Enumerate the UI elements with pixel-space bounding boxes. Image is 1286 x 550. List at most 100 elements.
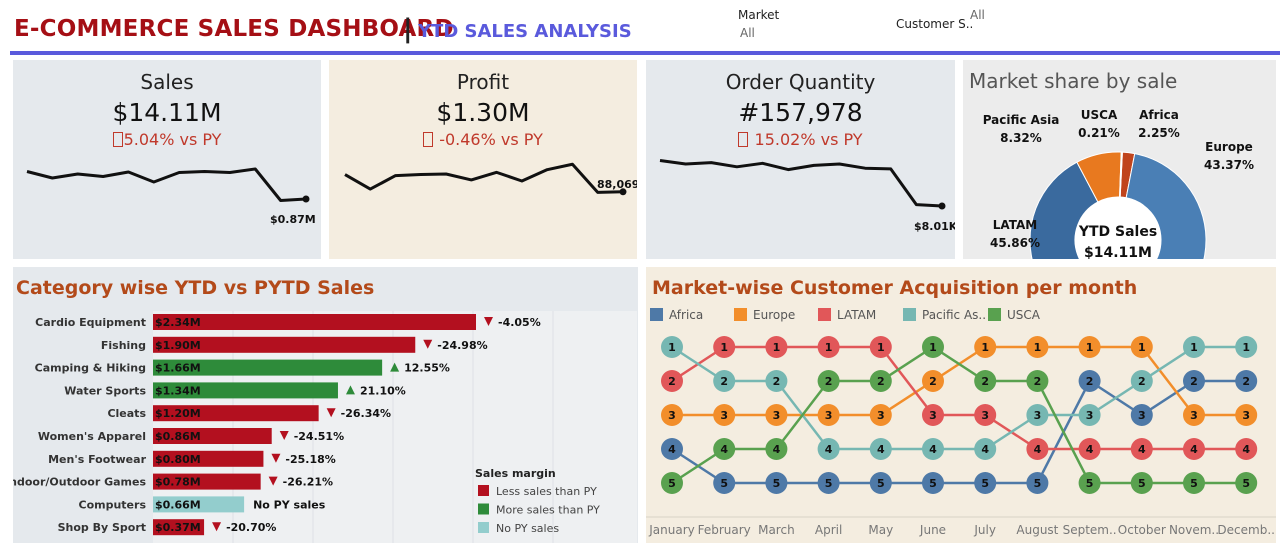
missing-glyph-icon <box>738 132 749 147</box>
acq-month-label: May <box>868 523 893 537</box>
acq-rank-label: 3 <box>1242 409 1250 422</box>
kpi-value: #157,978 <box>738 98 863 127</box>
acq-rank-label: 3 <box>1190 409 1198 422</box>
kpi-title: Order Quantity <box>725 70 876 94</box>
acq-rank-label: 2 <box>981 375 989 388</box>
acq-rank-label: 1 <box>981 341 989 354</box>
acq-rank-label: 2 <box>1034 375 1042 388</box>
acq-month-label: July <box>973 523 996 537</box>
category-change: -20.70% <box>226 521 276 534</box>
kpi-delta-text: 5.04% vs PY <box>123 130 222 149</box>
donut-label-pct: 2.25% <box>1138 126 1180 140</box>
acq-rank-label: 5 <box>1190 477 1198 490</box>
kpi-title: Sales <box>140 70 194 94</box>
acq-rank-label: 3 <box>773 409 781 422</box>
donut-label-name: Africa <box>1139 108 1179 122</box>
category-change: No PY sales <box>253 498 326 511</box>
dashboard-title: E-COMMERCE SALES DASHBOARD <box>14 16 454 42</box>
dashboard-subtitle: YTD SALES ANALYSIS <box>418 21 632 42</box>
acq-rank-label: 4 <box>720 443 728 456</box>
title-separator: | <box>403 14 413 44</box>
donut-label-pct: 0.21% <box>1078 126 1120 140</box>
acq-rank-label: 2 <box>1138 375 1146 388</box>
acq-rank-label: 5 <box>1086 477 1094 490</box>
category-change: -26.34% <box>341 407 391 420</box>
acq-rank-label: 5 <box>1034 477 1042 490</box>
acq-rank-label: 1 <box>1138 341 1146 354</box>
acq-rank-label: 5 <box>1138 477 1146 490</box>
acq-rank-label: 4 <box>825 443 833 456</box>
acq-rank-label: 5 <box>981 477 989 490</box>
acq-rank-label: 3 <box>929 409 937 422</box>
sparkline-endpoint <box>938 202 946 210</box>
customer-filter-label: Customer S.. <box>896 17 974 31</box>
kpi-delta: -0.46% vs PY <box>329 130 637 149</box>
order-quantity-sparkline: $8.01K <box>659 159 955 233</box>
acq-rank-label: 1 <box>825 341 833 354</box>
acq-rank-label: 3 <box>720 409 728 422</box>
acq-rank-label: 1 <box>773 341 781 354</box>
category-change: -24.51% <box>294 430 344 443</box>
customer-filter-value[interactable]: All <box>970 8 985 22</box>
category-sales-panel: Category wise YTD vs PYTD Sales Cardio E… <box>13 267 638 543</box>
category-bar-value: $1.34M <box>155 384 201 397</box>
profit-sparkline: 88,069 <box>344 162 637 196</box>
acq-rank-label: 5 <box>1242 477 1250 490</box>
acq-month-label: March <box>758 523 795 537</box>
acq-rank-label: 2 <box>1086 375 1094 388</box>
sparkline-last-label: $0.87M <box>270 213 316 226</box>
acq-rank-label: 3 <box>1086 409 1094 422</box>
acq-rank-label: 3 <box>1138 409 1146 422</box>
acq-rank-label: 4 <box>1138 443 1146 456</box>
acq-legend-label: LATAM <box>837 308 876 322</box>
sparkline-path <box>26 167 307 202</box>
category-label: Men's Footwear <box>48 453 146 466</box>
acq-rank-label: 5 <box>825 477 833 490</box>
acq-legend-label: Africa <box>669 308 703 322</box>
acq-legend-label: USCA <box>1007 308 1041 322</box>
acq-month-label: January <box>648 523 695 537</box>
category-change: -24.98% <box>437 339 487 352</box>
category-change: 21.10% <box>360 384 406 397</box>
acq-line <box>671 345 1247 451</box>
category-bar <box>153 314 476 330</box>
category-bar-value: $0.66M <box>155 498 201 511</box>
market-share-donut: YTD Sales $14.11M Pacific Asia 8.32% USCA 0.2… <box>983 108 1254 259</box>
acq-rank-label: 3 <box>877 409 885 422</box>
acq-rank-label: 1 <box>877 341 885 354</box>
missing-glyph-icon <box>423 132 434 147</box>
customer-acquisition-panel: Market-wise Customer Acquisition per mon… <box>646 267 1276 543</box>
acq-rank-label: 2 <box>825 375 833 388</box>
category-bar-value: $0.86M <box>155 430 201 443</box>
category-label: Computers <box>79 498 147 511</box>
category-bar-value: $1.66M <box>155 362 201 375</box>
acq-legend-label: Europe <box>753 308 795 322</box>
acq-rank-label: 5 <box>720 477 728 490</box>
kpi-delta-text: -0.46% vs PY <box>434 130 543 149</box>
sparkline-last-label: $8.01K <box>914 220 955 233</box>
order-quantity-kpi-card: Order Quantity #157,978 15.02% vs PY $8.… <box>646 60 955 259</box>
acq-rank-label: 2 <box>1190 375 1198 388</box>
category-label: Shop By Sport <box>58 521 146 534</box>
legend-swatch <box>478 522 489 533</box>
category-bar-value: $1.20M <box>155 407 201 420</box>
market-filter-value[interactable]: All <box>740 26 755 40</box>
acq-rank-label: 2 <box>929 375 937 388</box>
category-change: -25.18% <box>285 453 335 466</box>
market-share-panel: Market share by sale YTD Sales $14.11M Pac… <box>963 60 1276 259</box>
acq-rank-label: 2 <box>668 375 676 388</box>
sales-kpi-card: Sales $14.11M 5.04% vs PY $0.87M <box>13 60 321 259</box>
acq-month-label: Novem.. <box>1169 523 1219 537</box>
category-change: -4.05% <box>498 316 541 329</box>
header-rule <box>10 51 1280 55</box>
acq-rank-label: 1 <box>929 341 937 354</box>
acq-rank-label: 2 <box>1242 375 1250 388</box>
category-label: Fishing <box>101 339 146 352</box>
acq-rank-label: 2 <box>877 375 885 388</box>
donut-label-name: Pacific Asia <box>983 113 1060 127</box>
donut-label-pct: 8.32% <box>1000 131 1042 145</box>
market-filter-label: Market <box>738 8 780 22</box>
acq-rank-label: 3 <box>668 409 676 422</box>
acq-legend-swatch <box>650 308 663 321</box>
category-label: Cardio Equipment <box>35 316 146 329</box>
